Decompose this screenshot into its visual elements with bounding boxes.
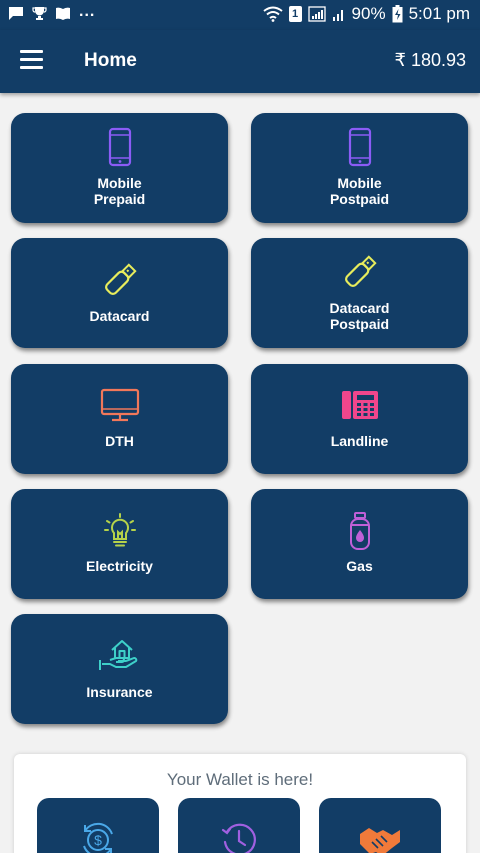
dollar-cycle-icon: $ bbox=[83, 822, 113, 853]
status-time: 5:01 pm bbox=[408, 4, 470, 23]
usb-datacard-icon bbox=[344, 255, 377, 287]
handshake-icon bbox=[360, 828, 400, 853]
trophy-notification-icon bbox=[32, 7, 47, 20]
tile-insurance[interactable]: Insurance bbox=[11, 614, 228, 724]
tile-label: Mobile Postpaid bbox=[329, 175, 390, 207]
tile-dth[interactable]: DTH bbox=[11, 364, 228, 474]
wallet-history-button[interactable] bbox=[178, 798, 300, 853]
history-clock-icon bbox=[221, 823, 256, 853]
wallet-add-money-button[interactable]: $ bbox=[37, 798, 159, 853]
tile-electricity[interactable]: Electricity bbox=[11, 489, 228, 599]
battery-charging-icon bbox=[392, 5, 403, 23]
battery-percent: 90% bbox=[351, 4, 386, 23]
tv-monitor-icon bbox=[100, 388, 139, 422]
house-in-hand-icon bbox=[98, 640, 137, 670]
tile-landline[interactable]: Landline bbox=[251, 364, 468, 474]
wallet-title: Your Wallet is here! bbox=[166, 770, 314, 789]
hamburger-menu-icon[interactable] bbox=[20, 50, 46, 72]
mobile-icon bbox=[108, 127, 131, 167]
tile-label: Electricity bbox=[86, 558, 153, 574]
mobile-icon bbox=[348, 127, 371, 167]
wallet-card: Your Wallet is here! $ bbox=[14, 754, 466, 853]
tile-label: Datacard Postpaid bbox=[329, 300, 390, 332]
wallet-balance[interactable]: ₹ 180.93 bbox=[394, 50, 466, 71]
page-title: Home bbox=[84, 50, 137, 71]
tile-label: Landline bbox=[330, 433, 389, 449]
tile-label: Insurance bbox=[86, 684, 153, 700]
telephone-icon bbox=[341, 391, 378, 419]
lightbulb-icon bbox=[103, 513, 136, 547]
sim-slot-icon: 1 bbox=[288, 6, 302, 22]
notification-overflow: ... bbox=[79, 2, 96, 20]
usb-datacard-icon bbox=[104, 263, 137, 295]
signal-bars-icon bbox=[332, 10, 343, 21]
svg-text:$: $ bbox=[94, 832, 102, 848]
status-bar: ... 1 90% 5:01 pm bbox=[0, 0, 480, 30]
tile-label: DTH bbox=[105, 433, 134, 449]
app-bar: Home ₹ 180.93 bbox=[0, 30, 480, 93]
tile-mobile-postpaid[interactable]: Mobile Postpaid bbox=[251, 113, 468, 223]
tile-label: Mobile Prepaid bbox=[93, 175, 146, 207]
book-notification-icon bbox=[56, 7, 70, 21]
tile-gas[interactable]: Gas bbox=[251, 489, 468, 599]
tile-label: Gas bbox=[346, 558, 373, 574]
tile-datacard[interactable]: Datacard bbox=[11, 238, 228, 348]
tile-datacard-postpaid[interactable]: Datacard Postpaid bbox=[251, 238, 468, 348]
signal-strength-icon bbox=[307, 6, 326, 22]
wifi-icon bbox=[262, 6, 283, 22]
tile-mobile-prepaid[interactable]: Mobile Prepaid bbox=[11, 113, 228, 223]
wallet-transfer-button[interactable] bbox=[319, 798, 441, 853]
tile-label: Datacard bbox=[89, 308, 150, 324]
chat-notification-icon bbox=[9, 7, 23, 20]
gas-cylinder-icon bbox=[349, 512, 370, 550]
